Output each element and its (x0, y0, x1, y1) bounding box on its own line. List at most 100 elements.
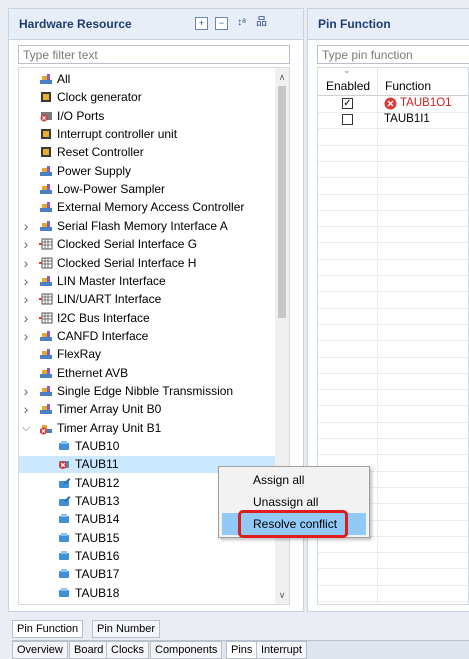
tree-item[interactable]: I/O Ports (19, 108, 275, 125)
tree-item-label: TAUB11 (75, 457, 119, 472)
tree-item[interactable]: › Single Edge Nibble Transmission (19, 383, 275, 400)
function-cell (378, 601, 468, 604)
empty-row (318, 259, 468, 276)
tree-item[interactable]: TAUB18 (19, 585, 275, 602)
empty-row (318, 275, 468, 293)
enabled-cell (318, 193, 378, 210)
enabled-checkbox[interactable] (342, 114, 353, 126)
pin-function-row[interactable]: ✓ TAUB1O1 (318, 96, 468, 113)
sort-az-icon[interactable]: ↕ᵃ (235, 17, 248, 30)
unassign-all-menu-item[interactable]: Unassign all (222, 491, 366, 513)
channel-icon (57, 531, 71, 545)
chevron-right-icon[interactable]: › (21, 274, 31, 288)
tree-item[interactable]: TAUB17 (19, 566, 275, 583)
column-header-function[interactable]: Function (378, 68, 468, 96)
tab-pin-function[interactable]: Pin Function (12, 620, 84, 638)
tree-item[interactable]: › CANFD Interface (19, 328, 275, 345)
tree-item[interactable]: Low-Power Sampler (19, 181, 275, 198)
collapse-all-icon[interactable]: − (215, 17, 228, 30)
pin-function-header: Pin Function (308, 9, 469, 40)
function-cell (378, 455, 468, 471)
tree-item-label: Timer Array Unit B0 (57, 402, 162, 417)
tree-item[interactable]: › Timer Array Unit B0 (19, 401, 275, 418)
expand-all-icon[interactable]: + (195, 17, 208, 30)
function-cell (378, 194, 468, 210)
tab-board[interactable]: Board (69, 641, 109, 659)
tree-item[interactable]: › Clocked Serial Interface G (19, 236, 275, 253)
tree-item[interactable]: External Memory Access Controller (19, 199, 275, 216)
function-cell (378, 341, 468, 357)
tree-item[interactable]: Ethernet AVB (19, 365, 275, 382)
assign-all-menu-item[interactable]: Assign all (222, 469, 366, 491)
tree-item[interactable]: Interrupt controller unit (19, 126, 275, 143)
tab-interrupt[interactable]: Interrupt (256, 641, 307, 659)
chevron-right-icon[interactable]: › (21, 292, 31, 306)
tree-item[interactable]: Clock generator (19, 89, 275, 106)
empty-row (318, 356, 468, 374)
hardware-filter-input[interactable] (18, 45, 290, 64)
enabled-cell (318, 128, 378, 145)
scroll-down-icon[interactable]: ∨ (275, 588, 289, 602)
enabled-cell (318, 307, 378, 324)
tree-item[interactable]: › Clocked Serial Interface H (19, 255, 275, 272)
function-name: TAUB1O1 (400, 97, 452, 109)
empty-row (318, 193, 468, 211)
tree-item[interactable]: Power Supply (19, 163, 275, 180)
empty-row (318, 340, 468, 358)
function-cell (378, 308, 468, 324)
chevron-right-icon[interactable]: › (21, 256, 31, 270)
tab-clocks[interactable]: Clocks (106, 641, 150, 659)
tree-item[interactable]: › LIN/UART Interface (19, 291, 275, 308)
pin-function-row[interactable]: TAUB1I1 (318, 112, 468, 130)
tree-item-label: All (57, 72, 71, 86)
tab-overview[interactable]: Overview (12, 641, 68, 659)
empty-row (318, 373, 468, 391)
tree-item[interactable]: Reset Controller (19, 144, 275, 161)
scroll-up-icon[interactable]: ∧ (275, 70, 289, 84)
chevron-down-icon[interactable]: ⌵ (21, 422, 31, 435)
resolve-conflict-menu-item[interactable]: Resolve conflict (222, 513, 366, 535)
tree-item[interactable]: › Serial Flash Memory Interface A (19, 218, 275, 235)
pin-function-filter-input[interactable] (317, 45, 469, 64)
chevron-right-icon[interactable]: › (21, 311, 31, 325)
tree-item-label: Interrupt controller unit (57, 127, 178, 142)
tree-item[interactable]: ⌵ Timer Array Unit B1 (19, 420, 275, 437)
function-cell (378, 145, 468, 161)
chevron-right-icon[interactable]: › (21, 402, 31, 416)
editor-tab-bar: Overview Board Clocks Components Pins In… (12, 640, 469, 659)
enabled-cell (318, 356, 378, 373)
hierarchy-icon[interactable]: 品 (255, 17, 268, 30)
tree-item[interactable]: TAUB16 (19, 548, 275, 565)
tab-components[interactable]: Components (150, 641, 223, 659)
tree-item[interactable]: › LIN Master Interface (19, 273, 275, 290)
empty-row (318, 389, 468, 407)
enabled-checkbox[interactable]: ✓ (342, 98, 353, 109)
grid-module-icon (39, 237, 53, 251)
tree-item[interactable]: All (19, 71, 275, 88)
tree-item-label: Single Edge Nibble Transmission (57, 383, 234, 398)
chevron-right-icon[interactable]: › (21, 237, 31, 251)
chevron-right-icon[interactable]: › (21, 329, 31, 343)
component-icon (39, 347, 53, 361)
enabled-cell (318, 438, 378, 455)
enabled-cell (318, 552, 378, 569)
tree-item-label: TAUB15 (75, 530, 120, 545)
tree-item[interactable]: TAUB10 (19, 438, 275, 455)
chevron-right-icon[interactable]: › (21, 384, 31, 398)
empty-row (318, 536, 468, 554)
component-icon (39, 329, 53, 343)
tree-scroll-thumb[interactable] (278, 86, 286, 318)
chevron-right-icon[interactable]: › (21, 219, 31, 233)
column-header-enabled[interactable]: ⌄ Enabled (318, 68, 378, 96)
function-cell (378, 422, 468, 438)
tab-pin-number[interactable]: Pin Number (92, 620, 161, 638)
tree-item[interactable]: FlexRay (19, 346, 275, 363)
tree-item[interactable]: › I2C Bus Interface (19, 310, 275, 327)
enabled-cell (318, 373, 378, 390)
tree-item-label: CANFD Interface (57, 328, 149, 343)
function-cell (378, 357, 468, 373)
function-cell (378, 226, 468, 242)
tab-pins[interactable]: Pins (226, 641, 258, 659)
tree-item-label: Ethernet AVB (57, 365, 129, 380)
enabled-cell (318, 210, 378, 227)
